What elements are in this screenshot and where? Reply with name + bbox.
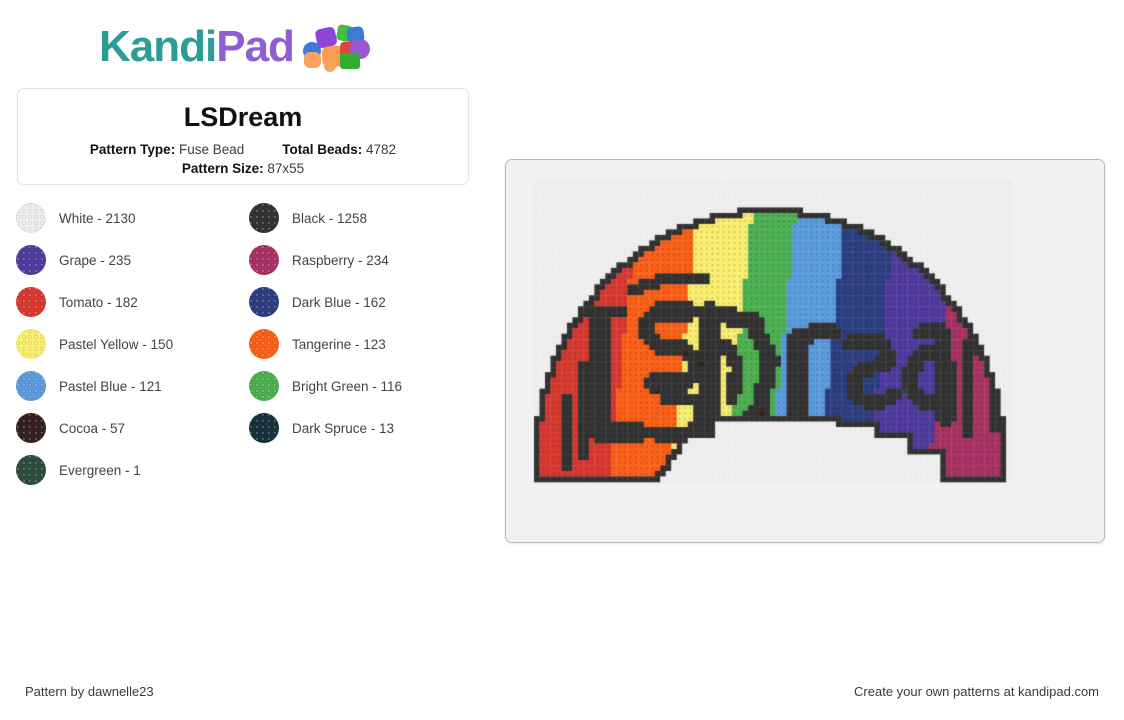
pattern-meta-row-1: Pattern Type: Fuse Bead Total Beads: 478… xyxy=(90,142,396,157)
legend-item-label: Pastel Yellow - 150 xyxy=(59,336,174,352)
legend-item: Pastel Yellow - 150 xyxy=(16,323,249,365)
color-legend: White - 2130 Black - 1258 Grape - 235 Raspb… xyxy=(16,197,486,491)
pattern-type-field: Pattern Type: Fuse Bead xyxy=(90,142,244,157)
legend-color-swatch xyxy=(16,329,46,359)
legend-color-swatch xyxy=(16,203,46,233)
site-promo[interactable]: Create your own patterns at kandipad.com xyxy=(854,684,1099,699)
legend-item-label: Grape - 235 xyxy=(59,252,132,268)
logo-wordmark: KandiPad xyxy=(99,22,295,71)
legend-color-swatch xyxy=(249,371,279,401)
legend-item-label: Raspberry - 234 xyxy=(292,252,389,268)
legend-item: Bright Green - 116 xyxy=(249,365,482,407)
legend-color-swatch xyxy=(249,245,279,275)
total-beads-label: Total Beads: xyxy=(282,142,363,158)
legend-color-swatch xyxy=(16,245,46,275)
site-logo[interactable]: KandiPad xyxy=(99,22,372,72)
legend-item-label: Pastel Blue - 121 xyxy=(59,378,162,394)
legend-color-swatch xyxy=(16,413,46,443)
legend-item: Tomato - 182 xyxy=(16,281,249,323)
legend-color-swatch xyxy=(249,329,279,359)
legend-item-label: Bright Green - 116 xyxy=(292,378,403,394)
legend-item: Evergreen - 1 xyxy=(16,449,249,491)
logo-text-pad: Pad xyxy=(216,22,295,71)
legend-item: Dark Spruce - 13 xyxy=(249,407,482,449)
pattern-page: KandiPad LSDream Pattern Type: Fuse Bead… xyxy=(0,0,1124,720)
pattern-meta-row-2: Pattern Size: 87x55 xyxy=(182,161,304,176)
legend-item: Black - 1258 xyxy=(249,197,482,239)
logo-text-kandi: Kandi xyxy=(99,22,217,71)
page-title: LSDream xyxy=(183,102,303,132)
total-beads-value: 4782 xyxy=(366,142,397,158)
pattern-size-label: Pattern Size: xyxy=(181,161,264,177)
legend-color-swatch xyxy=(249,287,279,317)
bead-cluster-icon xyxy=(302,24,370,72)
pattern-type-label: Pattern Type: xyxy=(89,142,176,158)
legend-item: Dark Blue - 162 xyxy=(249,281,482,323)
total-beads-field: Total Beads: 4782 xyxy=(282,142,396,157)
pattern-size-field: Pattern Size: 87x55 xyxy=(182,161,304,176)
legend-item-label: Black - 1258 xyxy=(292,210,368,226)
legend-color-swatch xyxy=(249,203,279,233)
legend-color-swatch xyxy=(16,455,46,485)
page-footer: Pattern by dawnelle23 Create your own pa… xyxy=(0,684,1124,699)
legend-color-swatch xyxy=(16,287,46,317)
pattern-preview-panel[interactable] xyxy=(505,159,1105,543)
legend-item: Pastel Blue - 121 xyxy=(16,365,249,407)
legend-item: Cocoa - 57 xyxy=(16,407,249,449)
legend-item-label: Cocoa - 57 xyxy=(59,420,126,436)
pattern-size-value: 87x55 xyxy=(267,161,305,177)
legend-item-label: Dark Spruce - 13 xyxy=(292,420,395,436)
legend-item: Raspberry - 234 xyxy=(249,239,482,281)
legend-item-label: Evergreen - 1 xyxy=(59,462,141,478)
pattern-type-value: Fuse Bead xyxy=(178,142,245,158)
legend-item-label: Dark Blue - 162 xyxy=(292,294,386,310)
legend-item: White - 2130 xyxy=(16,197,249,239)
legend-color-swatch xyxy=(249,413,279,443)
legend-item-label: White - 2130 xyxy=(59,210,136,226)
bead-pattern-canvas[interactable] xyxy=(506,160,1104,542)
pattern-credit: Pattern by dawnelle23 xyxy=(25,684,154,699)
legend-item: Grape - 235 xyxy=(16,239,249,281)
legend-item-label: Tomato - 182 xyxy=(59,294,138,310)
legend-color-swatch xyxy=(16,371,46,401)
legend-item: Tangerine - 123 xyxy=(249,323,482,365)
pattern-info-card: LSDream Pattern Type: Fuse Bead Total Be… xyxy=(17,88,469,185)
legend-item-label: Tangerine - 123 xyxy=(292,336,386,352)
